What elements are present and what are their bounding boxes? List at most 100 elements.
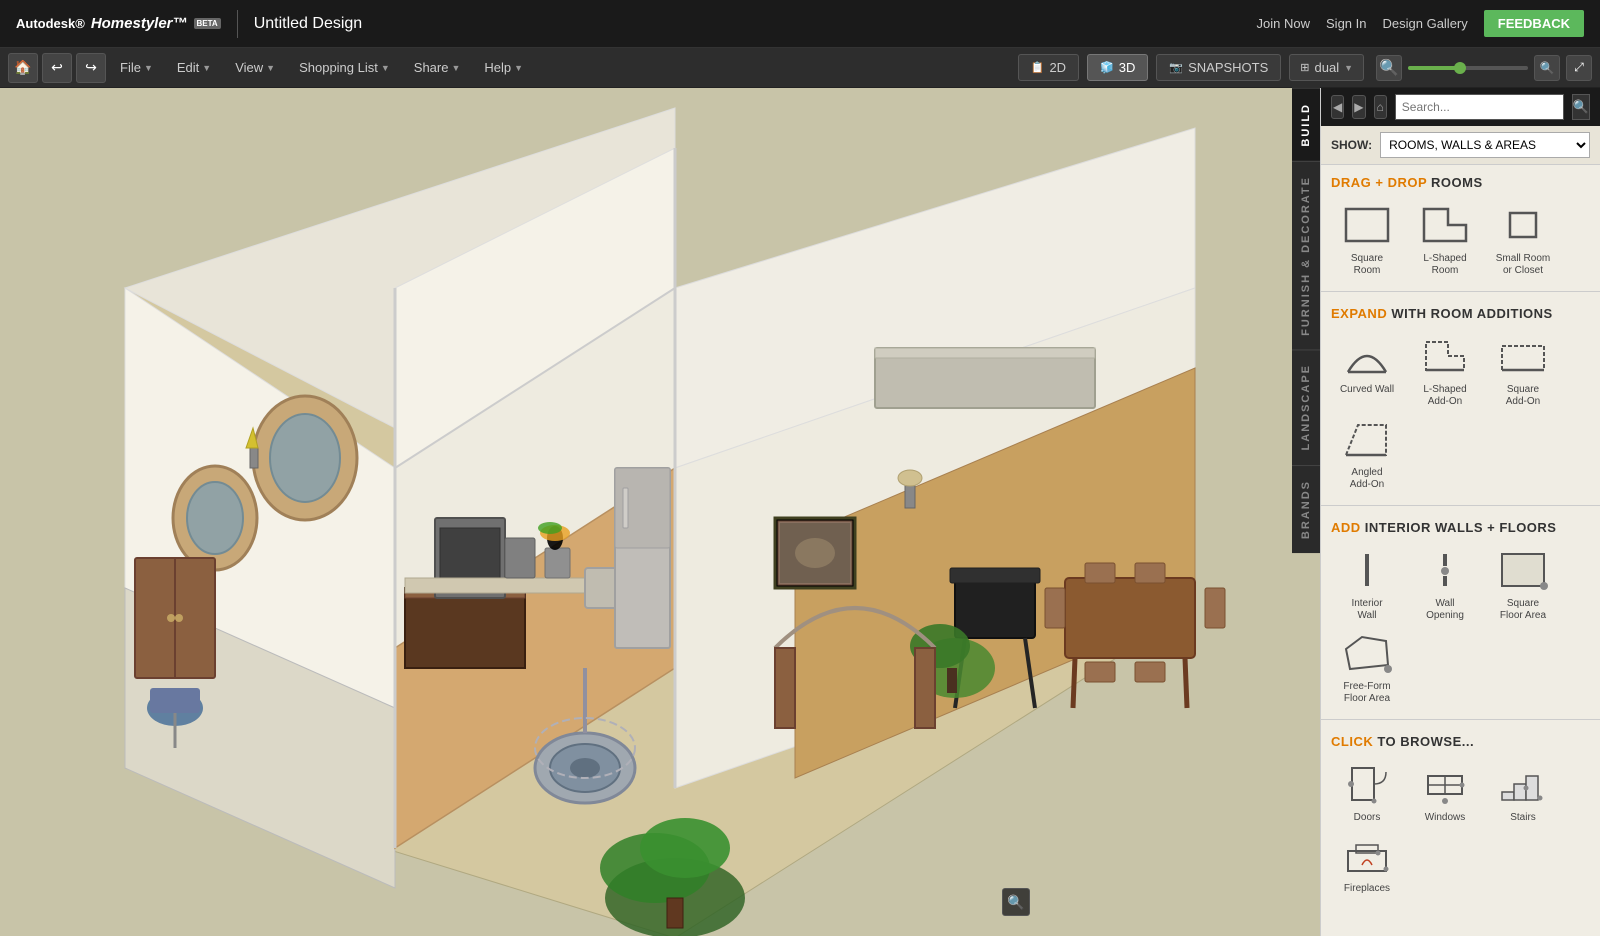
doors-item[interactable]: Doors: [1331, 759, 1403, 824]
fireplaces-icon: [1337, 830, 1397, 880]
zoom-slider[interactable]: [1408, 66, 1528, 70]
logo-divider: [237, 10, 238, 38]
topbar: Autodesk® Homestyler™ BETA Untitled Desi…: [0, 0, 1600, 48]
l-shaped-addon-icon: [1415, 331, 1475, 381]
zoom-in-btn[interactable]: 🔍: [1534, 55, 1560, 81]
show-row: SHOW: ROOMS, WALLS & AREAS ALL FLOORS ON…: [1321, 126, 1600, 165]
l-shaped-addon-item[interactable]: L-ShapedAdd-On: [1409, 331, 1481, 408]
square-room-label: SquareRoom: [1351, 253, 1383, 277]
drag-rooms-grid: SquareRoom L-ShapedRoom: [1331, 200, 1590, 277]
panel-search-input[interactable]: [1395, 94, 1564, 120]
zoom-thumb[interactable]: [1454, 62, 1466, 74]
view-2d-btn[interactable]: 📋 2D: [1018, 54, 1079, 81]
wall-opening-item[interactable]: WallOpening: [1409, 545, 1481, 622]
home-icon-btn[interactable]: 🏠: [8, 53, 38, 83]
panel-forward-btn[interactable]: ▶: [1352, 95, 1365, 119]
expand-grid: Curved Wall L-ShapedAdd-On: [1331, 331, 1590, 491]
browse-section: CLICK TO BROWSE... Door: [1321, 724, 1600, 905]
curved-wall-label: Curved Wall: [1340, 384, 1394, 396]
beta-badge: BETA: [194, 18, 221, 29]
share-menu[interactable]: Share ▼: [404, 54, 471, 81]
sign-in-link[interactable]: Sign In: [1326, 16, 1366, 31]
dual-btn[interactable]: ⊞ dual ▼: [1289, 54, 1364, 81]
small-room-item[interactable]: Small Roomor Closet: [1487, 200, 1559, 277]
view-3d-btn[interactable]: 🧊 3D: [1087, 54, 1148, 81]
panel-back-btn[interactable]: ◀: [1331, 95, 1344, 119]
panel-home-btn[interactable]: ⌂: [1374, 95, 1387, 119]
right-panel: ◀ ▶ ⌂ 🔍 SHOW: ROOMS, WALLS & AREAS ALL F…: [1320, 88, 1600, 936]
angled-addon-icon: [1337, 414, 1397, 464]
l-shaped-room-item[interactable]: L-ShapedRoom: [1409, 200, 1481, 277]
doors-label: Doors: [1354, 812, 1381, 824]
fireplaces-label: Fireplaces: [1344, 883, 1390, 895]
file-menu[interactable]: File ▼: [110, 54, 163, 81]
join-now-link[interactable]: Join Now: [1257, 16, 1310, 31]
show-label: SHOW:: [1331, 138, 1372, 152]
topbar-right: Join Now Sign In Design Gallery FEEDBACK: [1257, 10, 1584, 37]
divider-2: [1321, 505, 1600, 506]
redo-btn[interactable]: ↪: [76, 53, 106, 83]
edit-menu[interactable]: Edit ▼: [167, 54, 221, 81]
furnish-tab[interactable]: FURNISH & DECORATE: [1292, 161, 1320, 350]
feedback-button[interactable]: FEEDBACK: [1484, 10, 1584, 37]
design-title: Untitled Design: [254, 15, 363, 33]
fireplaces-item[interactable]: Fireplaces: [1331, 830, 1403, 895]
stairs-label: Stairs: [1510, 812, 1536, 824]
browse-title: CLICK TO BROWSE...: [1331, 734, 1590, 749]
windows-label: Windows: [1425, 812, 1466, 824]
square-floor-item[interactable]: SquareFloor Area: [1487, 545, 1559, 622]
wall-opening-icon: [1415, 545, 1475, 595]
brands-tab[interactable]: BRANDS: [1292, 465, 1320, 553]
square-floor-icon: [1493, 545, 1553, 595]
windows-icon: [1415, 759, 1475, 809]
stairs-item[interactable]: Stairs: [1487, 759, 1559, 824]
small-room-label: Small Roomor Closet: [1496, 253, 1550, 277]
show-select[interactable]: ROOMS, WALLS & AREAS ALL FLOORS ONLY: [1380, 132, 1590, 158]
side-tabs: BUILD FURNISH & DECORATE LANDSCAPE BRAND…: [1292, 88, 1320, 553]
expand-title: EXPAND WITH ROOM ADDITIONS: [1331, 306, 1590, 321]
panel-search-btn[interactable]: 🔍: [1572, 94, 1590, 120]
interior-wall-item[interactable]: InteriorWall: [1331, 545, 1403, 622]
snapshots-btn[interactable]: 📷 SNAPSHOTS: [1156, 54, 1281, 81]
main-area: ▲ ▼ ◀ ▶ ⊕: [0, 88, 1600, 936]
interior-title: ADD INTERIOR WALLS + FLOORS: [1331, 520, 1590, 535]
square-addon-icon: [1493, 331, 1553, 381]
autodesk-logo-text: Autodesk®: [16, 16, 85, 31]
help-menu[interactable]: Help ▼: [474, 54, 533, 81]
zoom-out-btn[interactable]: 🔍: [1376, 55, 1402, 81]
room-3d-view: [0, 88, 1320, 936]
divider-3: [1321, 719, 1600, 720]
square-room-item[interactable]: SquareRoom: [1331, 200, 1403, 277]
build-tab[interactable]: BUILD: [1292, 88, 1320, 161]
undo-btn[interactable]: ↩: [42, 53, 72, 83]
curved-wall-item[interactable]: Curved Wall: [1331, 331, 1403, 408]
doors-icon: [1337, 759, 1397, 809]
square-addon-label: SquareAdd-On: [1506, 384, 1540, 408]
interior-wall-icon: [1337, 545, 1397, 595]
interior-section: ADD INTERIOR WALLS + FLOORS InteriorWall: [1321, 510, 1600, 715]
windows-item[interactable]: Windows: [1409, 759, 1481, 824]
landscape-tab[interactable]: LANDSCAPE: [1292, 349, 1320, 464]
angled-addon-item[interactable]: AngledAdd-On: [1331, 414, 1403, 491]
freeform-floor-item[interactable]: Free-FormFloor Area: [1331, 628, 1403, 705]
canvas-area[interactable]: ▲ ▼ ◀ ▶ ⊕: [0, 88, 1320, 936]
freeform-floor-icon: [1337, 628, 1397, 678]
fullscreen-btn[interactable]: ⤢: [1566, 55, 1592, 81]
drag-rooms-title: DRAG + DROP ROOMS: [1331, 175, 1590, 190]
design-gallery-link[interactable]: Design Gallery: [1383, 16, 1468, 31]
divider-1: [1321, 291, 1600, 292]
view-menu[interactable]: View ▼: [225, 54, 285, 81]
menubar: 🏠 ↩ ↪ File ▼ Edit ▼ View ▼ Shopping List…: [0, 48, 1600, 88]
shopping-list-menu[interactable]: Shopping List ▼: [289, 54, 400, 81]
magnifier-btn[interactable]: 🔍: [1002, 888, 1030, 916]
square-floor-label: SquareFloor Area: [1500, 598, 1546, 622]
homestyler-logo-text: Homestyler™: [91, 15, 188, 32]
zoom-controls: 🔍 🔍 ⤢: [1376, 55, 1592, 81]
square-addon-item[interactable]: SquareAdd-On: [1487, 331, 1559, 408]
l-shaped-room-icon: [1415, 200, 1475, 250]
panel-content: DRAG + DROP ROOMS SquareRoom: [1321, 165, 1600, 936]
stairs-icon: [1493, 759, 1553, 809]
wall-opening-label: WallOpening: [1426, 598, 1464, 622]
drag-rooms-section: DRAG + DROP ROOMS SquareRoom: [1321, 165, 1600, 287]
curved-wall-icon: [1337, 331, 1397, 381]
